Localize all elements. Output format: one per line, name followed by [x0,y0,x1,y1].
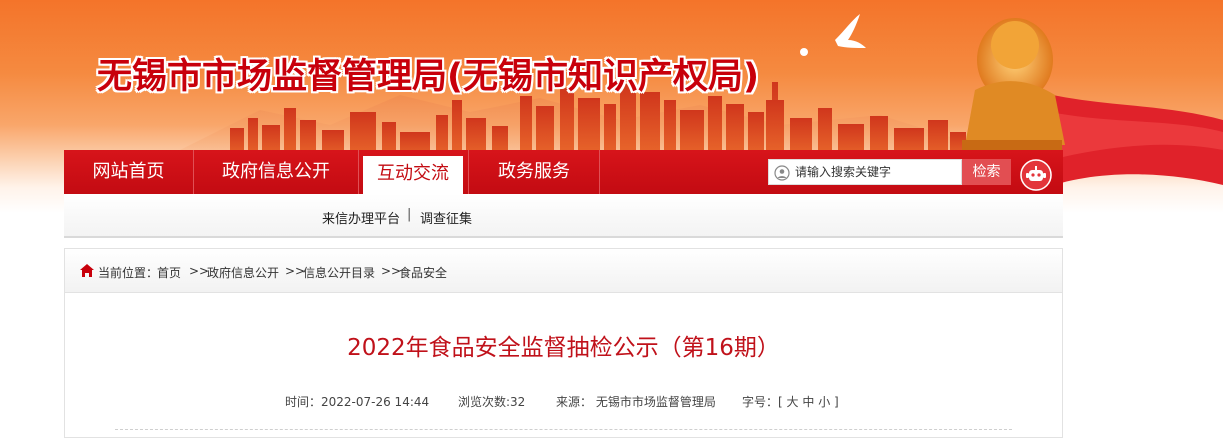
robot-assistant-button[interactable] [1020,159,1052,191]
breadcrumb: 当前位置： 首页 >> 政府信息公开 >> 信息公开目录 >> 食品安全 [65,249,1062,293]
nav-divider [358,150,359,194]
nav-item-gov-services[interactable]: 政务服务 [469,150,599,194]
dove-icon [800,14,866,56]
article-time: 时间：2022-07-26 14:44 [285,395,430,409]
breadcrumb-prefix: 当前位置： [98,266,159,280]
breadcrumb-gov-info[interactable]: 政府信息公开 [207,264,279,281]
divider [115,429,1012,430]
breadcrumb-catalog[interactable]: 信息公开目录 [303,264,375,281]
search-button[interactable]: 检索 [962,159,1011,185]
subnav-separator: | [407,207,412,222]
site-title: 无锡市市场监督管理局(无锡市知识产权局) [97,57,759,97]
article-panel: 当前位置： 首页 >> 政府信息公开 >> 信息公开目录 >> 食品安全 202… [64,248,1063,438]
article-source: 来源： 无锡市市场监督管理局 [556,395,716,409]
font-size-small[interactable]: 小 [818,395,830,409]
nav-item-home[interactable]: 网站首页 [64,150,193,194]
subnav-survey[interactable]: 调查征集 [420,208,472,227]
nav-divider [599,150,600,194]
font-size-control: 字号：[ 大 中 小 ] [742,393,839,410]
nav-item-interaction[interactable]: 互动交流 [363,156,463,194]
sub-nav: 来信办理平台 | 调查征集 [64,194,1063,238]
font-size-medium[interactable]: 中 [802,395,814,409]
nav-item-gov-info[interactable]: 政府信息公开 [194,150,358,194]
font-size-close: ] [834,395,839,409]
user-icon [774,165,790,181]
home-icon [80,264,94,277]
breadcrumb-food-safety[interactable]: 食品安全 [399,264,447,281]
font-size-label: 字号：[ [742,395,783,409]
robot-icon [1020,159,1052,191]
breadcrumb-home[interactable]: 首页 [157,264,181,281]
subnav-letter-platform[interactable]: 来信办理平台 [322,208,400,227]
golden-lion-icon [962,18,1065,152]
search-input[interactable] [795,162,955,182]
search-box [768,159,962,185]
font-size-large[interactable]: 大 [787,395,799,409]
article-title: 2022年食品安全监督抽检公示（第16期） [347,335,780,361]
article-views: 浏览次数:32 [458,395,526,409]
